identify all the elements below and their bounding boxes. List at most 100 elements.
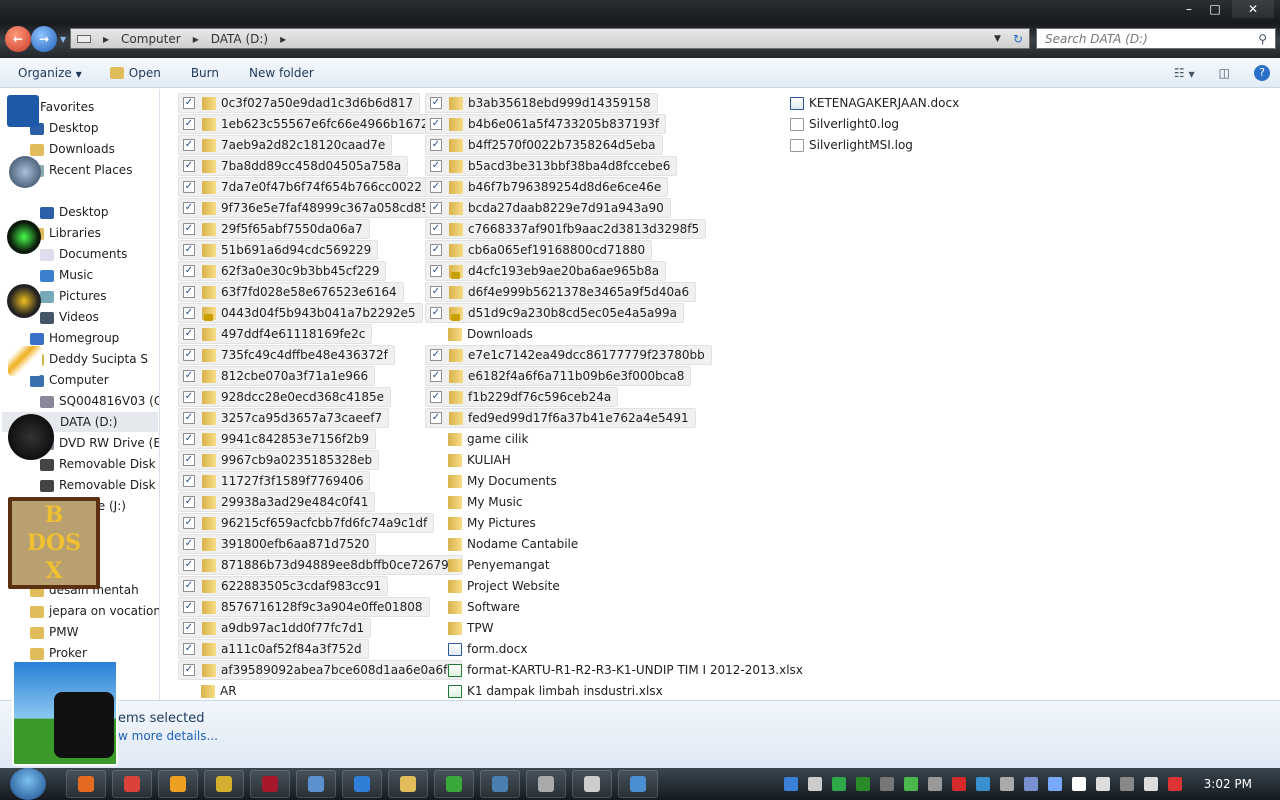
folder-item[interactable]: ✓ 0c3f027a50e9dad1c3d6b6d817 — [178, 93, 421, 113]
taskbar-app-button[interactable] — [112, 770, 152, 798]
item-checkbox[interactable]: ✓ — [183, 370, 195, 382]
tray-icon[interactable] — [927, 777, 942, 791]
item-checkbox[interactable]: ✓ — [183, 244, 195, 256]
taskbar-app-button[interactable] — [618, 770, 658, 798]
folder-item[interactable]: Nodame Cantabile — [425, 534, 578, 554]
sidebar-item[interactable]: PMW — [30, 622, 78, 642]
item-checkbox[interactable]: ✓ — [430, 265, 442, 277]
maximize-button[interactable]: □ — [1202, 0, 1228, 18]
item-checkbox[interactable]: ✓ — [183, 265, 195, 277]
folder-item[interactable]: ✓ 9967cb9a0235185328eb — [178, 450, 380, 470]
tray-icon[interactable] — [999, 777, 1014, 791]
item-checkbox[interactable]: ✓ — [430, 412, 442, 424]
item-checkbox[interactable]: ✓ — [183, 328, 195, 340]
taskbar-app-button[interactable] — [66, 770, 106, 798]
sidebar-item[interactable]: Removable Disk (F: — [40, 454, 159, 474]
minimize-button[interactable]: – — [1176, 0, 1202, 18]
folder-item[interactable]: ✓ b46f7b796389254d8d6e6ce46e — [425, 177, 669, 197]
folder-item[interactable]: Penyemangat — [425, 555, 550, 575]
folder-item[interactable]: ✓ 11727f3f1589f7769406 — [178, 471, 371, 491]
item-checkbox[interactable]: ✓ — [183, 118, 195, 130]
item-checkbox[interactable]: ✓ — [183, 139, 195, 151]
item-checkbox[interactable]: ✓ — [183, 580, 195, 592]
folder-item[interactable]: ✓ 812cbe070a3f71a1e966 — [178, 366, 376, 386]
item-checkbox[interactable]: ✓ — [430, 307, 442, 319]
folder-item[interactable]: ✓ c7668337af901fb9aac2d3813d3298f5 — [425, 219, 707, 239]
folder-item[interactable]: My Music — [425, 492, 522, 512]
tray-icon[interactable] — [903, 777, 918, 791]
item-checkbox[interactable]: ✓ — [183, 454, 195, 466]
folder-item[interactable]: ✓ 735fc49c4dffbe48e436372f — [178, 345, 395, 365]
item-checkbox[interactable]: ✓ — [430, 244, 442, 256]
item-checkbox[interactable]: ✓ — [183, 517, 195, 529]
taskbar-app-button[interactable] — [204, 770, 244, 798]
file-item[interactable]: KETENAGAKERJAAN.docx — [790, 93, 959, 113]
item-checkbox[interactable]: ✓ — [183, 538, 195, 550]
folder-item[interactable]: ✓ 9f736e5e7faf48999c367a058cd85f72 — [178, 198, 456, 218]
file-item[interactable]: format-KARTU-R1-R2-R3-K1-UNDIP TIM I 201… — [425, 660, 803, 680]
item-checkbox[interactable]: ✓ — [183, 622, 195, 634]
item-checkbox[interactable]: ✓ — [430, 223, 442, 235]
sidebar-item[interactable]: Music — [40, 265, 93, 285]
folder-item[interactable]: ✓ 7ba8dd89cc458d04505a758a — [178, 156, 409, 176]
folder-item[interactable]: Downloads — [425, 324, 533, 344]
item-checkbox[interactable]: ✓ — [183, 202, 195, 214]
sidebar-item[interactable]: Removable Disk (G — [40, 475, 159, 495]
folder-item[interactable]: ✓ af39589092abea7bce608d1aa6e0a6fb — [178, 660, 462, 680]
taskbar-app-button[interactable] — [572, 770, 612, 798]
folder-item[interactable]: ✓ 7aeb9a2d82c18120caad7e — [178, 135, 393, 155]
folder-item[interactable]: ✓ b3ab35618ebd999d14359158 — [425, 93, 658, 113]
folder-item[interactable]: KULIAH — [425, 450, 511, 470]
folder-item[interactable]: ✓ cb6a065ef19168800cd71880 — [425, 240, 653, 260]
folder-item[interactable]: ✓ bcda27daab8229e7d91a943a90 — [425, 198, 671, 218]
item-checkbox[interactable]: ✓ — [183, 181, 195, 193]
address-bar[interactable]: ▸ Computer ▸ DATA (D:) ▸ ▼ ↻ — [70, 28, 1030, 49]
item-checkbox[interactable]: ✓ — [430, 97, 442, 109]
close-button[interactable]: ✕ — [1232, 0, 1274, 18]
folder-item[interactable]: ✓ e7e1c7142ea49dcc86177779f23780bb — [425, 345, 712, 365]
winamp-dock-icon[interactable] — [8, 346, 42, 376]
sidebar-item[interactable]: Homegroup — [30, 328, 119, 348]
folder-item[interactable]: Project Website — [425, 576, 560, 596]
sidebar-item[interactable]: SQ004816V03 (C:) — [40, 391, 159, 411]
item-checkbox[interactable]: ✓ — [183, 559, 195, 571]
tray-icon[interactable] — [1095, 777, 1110, 791]
taskbar-app-button[interactable] — [342, 770, 382, 798]
tray-icon[interactable] — [807, 777, 822, 791]
item-checkbox[interactable]: ✓ — [183, 307, 195, 319]
folder-item[interactable]: My Pictures — [425, 513, 536, 533]
camera-dock-icon[interactable] — [12, 660, 118, 766]
folder-item[interactable]: ✓ 51b691a6d94cdc569229 — [178, 240, 379, 260]
show-more-details-link[interactable]: w more details... — [118, 729, 218, 743]
item-checkbox[interactable]: ✓ — [183, 433, 195, 445]
item-checkbox[interactable]: ✓ — [430, 139, 442, 151]
back-button[interactable]: ← — [5, 26, 31, 52]
folder-item[interactable]: ✓ 63f7fd028e58e676523e6164 — [178, 282, 404, 302]
tray-icon[interactable] — [1047, 777, 1062, 791]
folder-item[interactable]: TPW — [425, 618, 493, 638]
dosbox-dock-icon[interactable]: B DOS X — [8, 497, 100, 589]
tray-icon[interactable] — [1023, 777, 1038, 791]
refresh-icon[interactable]: ↻ — [1013, 32, 1023, 46]
item-checkbox[interactable]: ✓ — [430, 349, 442, 361]
folder-item[interactable]: ✓ 96215cf659acfcbb7fd6fc74a9c1df — [178, 513, 435, 533]
folder-item[interactable]: ✓ 62f3a0e30c9b3bb45cf229 — [178, 261, 387, 281]
folder-item[interactable]: ✓ a9db97ac1dd0f77fc7d1 — [178, 618, 372, 638]
tray-icon[interactable] — [855, 777, 870, 791]
item-checkbox[interactable]: ✓ — [183, 475, 195, 487]
folder-item[interactable]: AR — [178, 681, 237, 701]
organize-button[interactable]: Organize ▼ — [18, 66, 82, 80]
breadcrumb-computer[interactable]: Computer — [121, 32, 181, 46]
app-dock-icon[interactable] — [9, 156, 41, 188]
item-checkbox[interactable]: ✓ — [183, 601, 195, 613]
taskbar-app-button[interactable] — [434, 770, 474, 798]
item-checkbox[interactable]: ✓ — [183, 97, 195, 109]
taskbar-app-button[interactable] — [250, 770, 290, 798]
sidebar-item[interactable]: Recent Places — [30, 160, 132, 180]
folder-item[interactable]: ✓ 29938a3ad29e484c0f41 — [178, 492, 376, 512]
file-item[interactable]: SilverlightMSI.log — [790, 135, 913, 155]
green-dock-icon[interactable] — [7, 220, 41, 254]
taskbar-app-button[interactable] — [158, 770, 198, 798]
file-item[interactable]: K1 dampak limbah insdustri.xlsx — [425, 681, 663, 701]
folder-item[interactable]: ✓ fed9ed99d17f6a37b41e762a4e5491 — [425, 408, 696, 428]
